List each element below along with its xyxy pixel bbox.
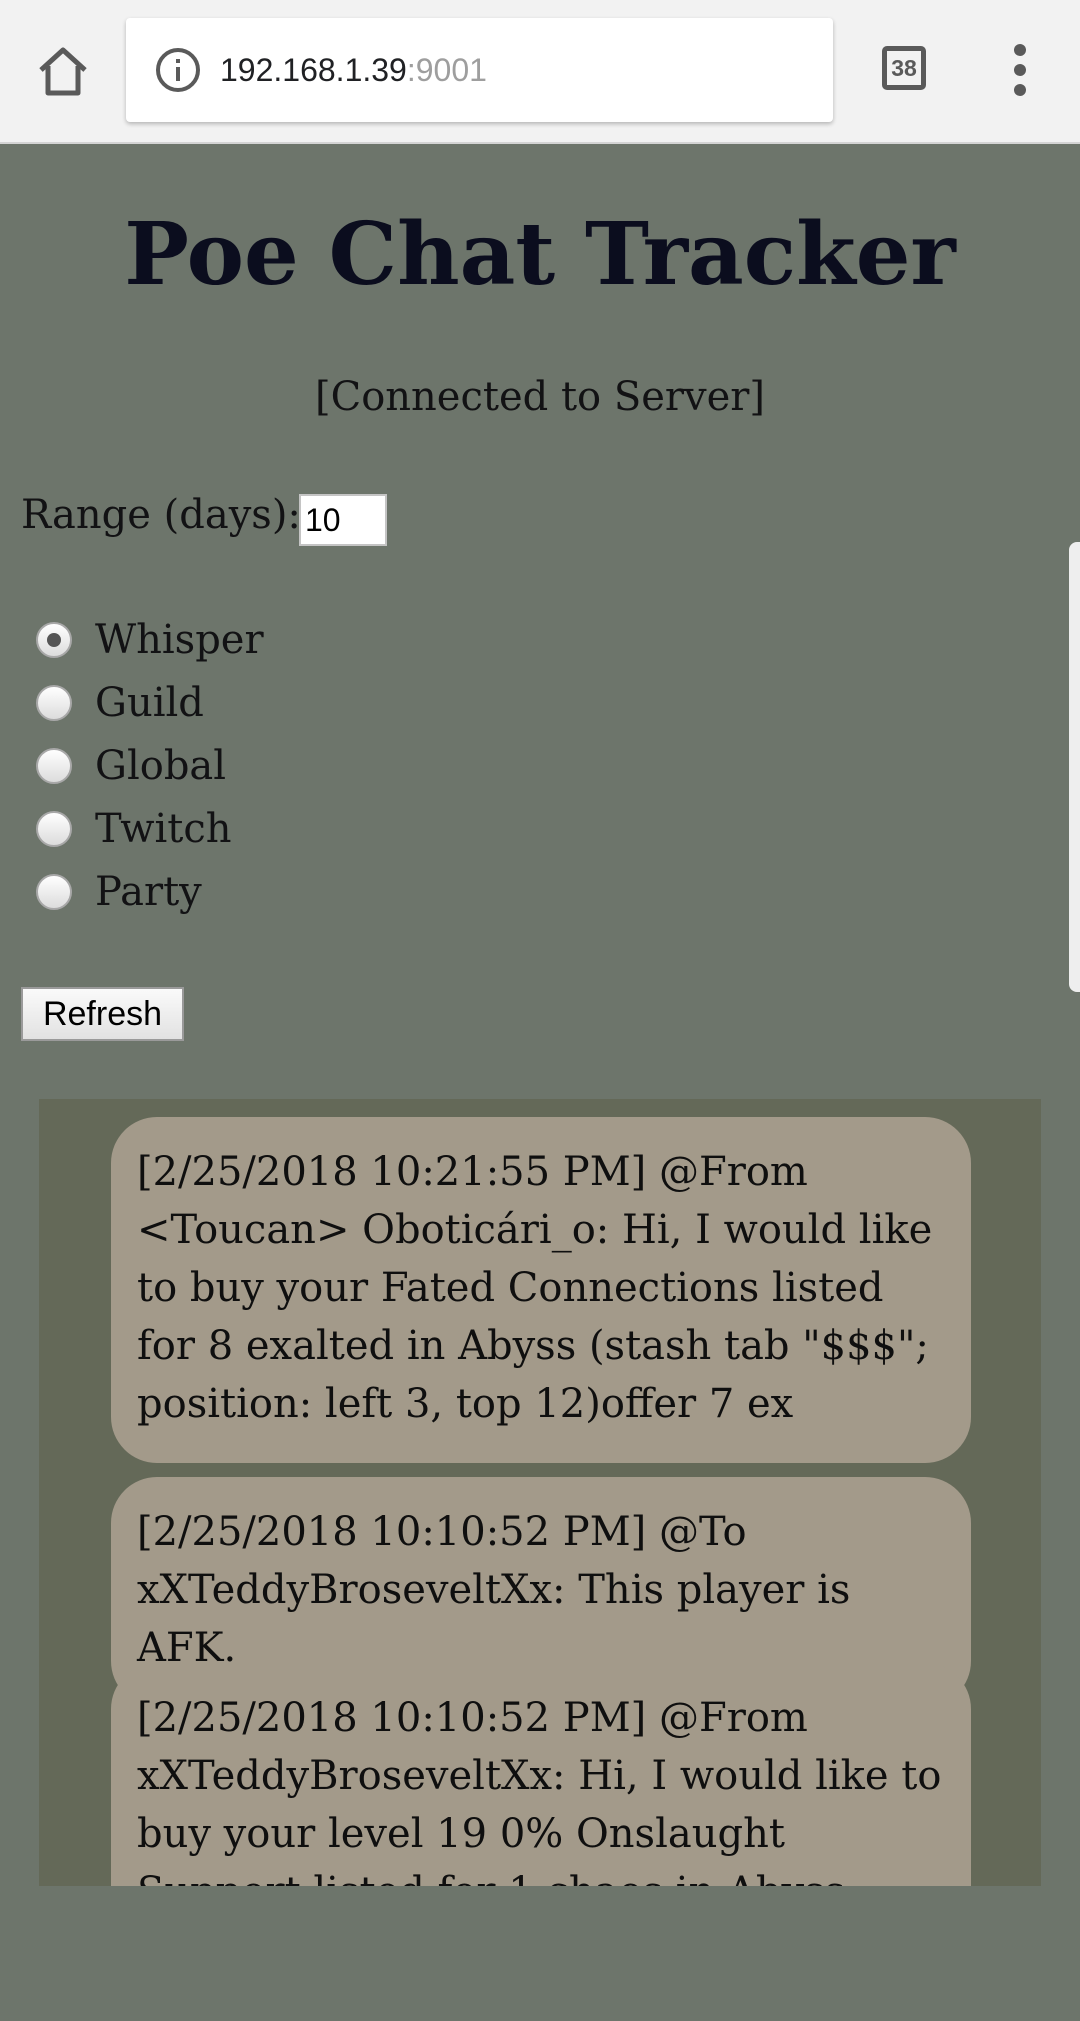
range-days-input[interactable]: [299, 494, 387, 546]
radio-label: Twitch: [95, 806, 232, 852]
url-port: :9001: [406, 52, 487, 88]
chat-message: [2/25/2018 10:21:55 PM] @From <Toucan> O…: [111, 1117, 971, 1463]
tab-switcher-button[interactable]: 38: [882, 46, 926, 90]
radio-label: Whisper: [95, 617, 264, 663]
info-icon[interactable]: [154, 46, 202, 94]
radio-button[interactable]: [36, 685, 72, 721]
browser-toolbar: 192.168.1.39:9001 38: [0, 0, 1080, 144]
url-host: 192.168.1.39: [220, 52, 407, 88]
connection-status: [Connected to Server]: [314, 374, 766, 420]
page-title: Poe Chat Tracker: [124, 204, 956, 305]
refresh-button[interactable]: Refresh: [21, 987, 184, 1041]
url-text: 192.168.1.39:9001: [220, 42, 487, 98]
radio-label: Guild: [95, 680, 204, 726]
more-menu-icon[interactable]: [1000, 44, 1040, 96]
radio-button[interactable]: [36, 874, 72, 910]
radio-button[interactable]: [36, 622, 72, 658]
radio-button[interactable]: [36, 748, 72, 784]
radio-label: Party: [95, 869, 202, 915]
range-label: Range (days):: [21, 492, 301, 538]
address-bar[interactable]: 192.168.1.39:9001: [126, 18, 833, 122]
radio-button[interactable]: [36, 811, 72, 847]
radio-label: Global: [95, 743, 227, 789]
chat-message: [2/25/2018 10:10:52 PM] @From xXTeddyBro…: [111, 1663, 971, 1886]
home-icon[interactable]: [28, 36, 98, 106]
chat-log[interactable]: [2/25/2018 10:21:55 PM] @From <Toucan> O…: [39, 1099, 1041, 1886]
page-scrollbar[interactable]: [1069, 542, 1080, 992]
